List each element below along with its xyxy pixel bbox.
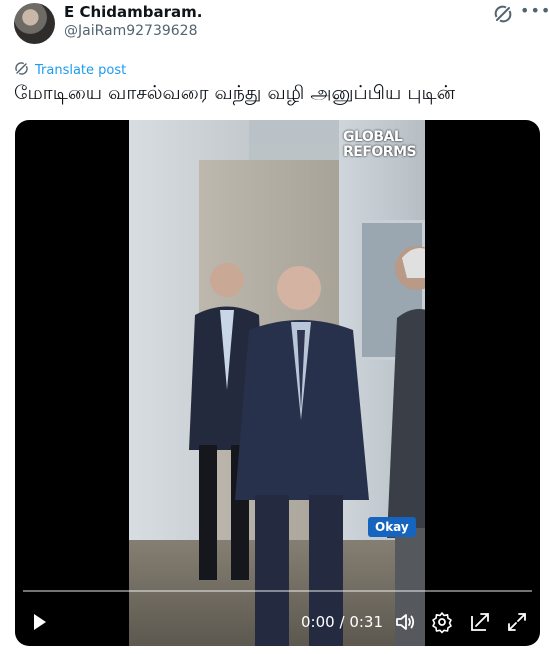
- watermark-line1: GLOBAL: [343, 129, 403, 145]
- volume-icon[interactable]: [393, 610, 417, 634]
- duration: 0:31: [349, 613, 383, 631]
- time-display: 0:00 / 0:31: [301, 613, 383, 631]
- grok-translate-icon: [14, 61, 29, 80]
- current-time: 0:00: [301, 613, 335, 631]
- progress-bar[interactable]: [23, 590, 532, 592]
- video-frame: GLOBAL REFORMS Okay: [129, 120, 425, 646]
- time-separator: /: [339, 613, 345, 631]
- translate-post-link[interactable]: Translate post: [14, 61, 126, 80]
- video-controls: 0:00 / 0:31: [15, 604, 540, 640]
- watermark: GLOBAL REFORMS: [343, 129, 417, 160]
- fullscreen-icon[interactable]: [505, 610, 529, 634]
- more-icon[interactable]: •••: [520, 0, 549, 24]
- avatar[interactable]: [14, 3, 55, 44]
- play-icon[interactable]: [27, 610, 51, 634]
- display-name[interactable]: E Chidambaram.: [64, 3, 203, 21]
- pip-icon[interactable]: [468, 610, 492, 634]
- translate-label: Translate post: [35, 63, 127, 78]
- user-handle[interactable]: @JaiRam92739628: [64, 23, 198, 39]
- video-player[interactable]: GLOBAL REFORMS Okay 0:00 / 0:31: [15, 120, 540, 646]
- grok-icon[interactable]: [493, 4, 513, 24]
- watermark-line2: REFORMS: [343, 144, 417, 160]
- video-caption: Okay: [368, 517, 416, 537]
- post-text: மோடியை வாசல்வரை வந்து வழி அனுப்பிய புடின…: [14, 82, 456, 104]
- modi-figure: [387, 246, 425, 646]
- settings-icon[interactable]: [430, 610, 454, 634]
